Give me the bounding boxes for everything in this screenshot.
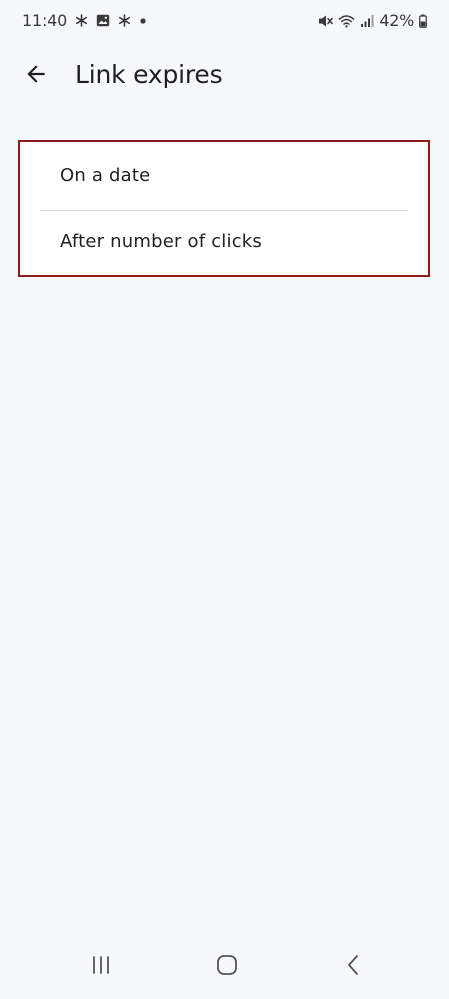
option-on-a-date[interactable]: On a date xyxy=(20,142,428,208)
battery-percentage: 42% xyxy=(379,11,414,30)
dot-icon xyxy=(139,17,147,25)
option-label: After number of clicks xyxy=(60,230,262,252)
asterisk-icon xyxy=(75,14,88,27)
status-right: 42% xyxy=(318,11,427,30)
mute-icon xyxy=(318,14,334,28)
battery-icon xyxy=(419,14,427,28)
gallery-icon xyxy=(96,14,110,27)
status-bar: 11:40 42% xyxy=(0,0,449,42)
nav-bar xyxy=(0,937,449,999)
option-label: On a date xyxy=(60,164,151,186)
page-title: Link expires xyxy=(75,60,223,89)
status-left: 11:40 xyxy=(22,11,147,30)
recent-apps-icon xyxy=(90,955,112,980)
status-time: 11:40 xyxy=(22,11,68,30)
home-button[interactable] xyxy=(205,947,249,987)
wifi-icon xyxy=(338,14,355,28)
asterisk-icon xyxy=(118,14,131,27)
screen: 11:40 42% Link expires On a date After n… xyxy=(0,0,449,999)
app-bar: Link expires xyxy=(0,48,449,104)
home-icon xyxy=(216,954,238,981)
arrow-left-icon xyxy=(23,61,49,92)
back-nav-icon xyxy=(345,954,361,981)
recent-apps-button[interactable] xyxy=(79,947,123,987)
back-nav-button[interactable] xyxy=(331,947,375,987)
signal-icon xyxy=(360,14,374,28)
options-card: On a date After number of clicks xyxy=(18,140,430,277)
back-button[interactable] xyxy=(12,52,60,100)
option-after-number-of-clicks[interactable]: After number of clicks xyxy=(20,208,428,274)
